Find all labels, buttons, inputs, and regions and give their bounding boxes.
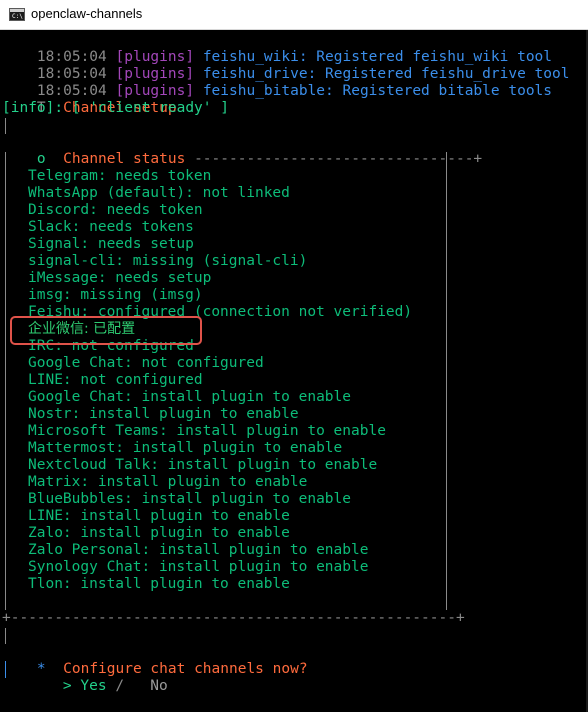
status-item-nostr: Nostr: install plugin to enable	[28, 406, 299, 422]
status-item-imessage: iMessage: needs setup	[28, 270, 212, 286]
status-item-signal: Signal: needs setup	[28, 236, 194, 252]
window-title: openclaw-channels	[31, 6, 143, 21]
log-line: 18:05:04 [plugins] feishu_wiki: Register…	[36, 49, 553, 65]
status-item-tlon: Tlon: install plugin to enable	[28, 576, 290, 592]
status-item-signal-cli: signal-cli: missing (signal-cli)	[28, 253, 308, 269]
status-item-slack: Slack: needs tokens	[28, 219, 194, 235]
prompt-connector	[5, 628, 6, 644]
yes-option[interactable]: Yes	[80, 678, 106, 694]
status-item-discord: Discord: needs token	[28, 202, 203, 218]
status-item-mattermost: Mattermost: install plugin to enable	[28, 440, 343, 456]
prompt-question: * Configure chat channels now?	[36, 661, 308, 677]
status-item-bluebubbles: BlueBubbles: install plugin to enable	[28, 491, 352, 507]
no-option[interactable]: No	[150, 678, 167, 694]
status-item-whatsapp: WhatsApp (default): not linked	[28, 185, 290, 201]
setup-heading: T Channel setup	[36, 100, 177, 116]
status-item-zalo: Zalo: install plugin to enable	[28, 525, 290, 541]
info-line: [info]: [ 'client ready' ]	[2, 100, 229, 116]
status-item-line: LINE: not configured	[28, 372, 203, 388]
status-item-teams: Microsoft Teams: install plugin to enabl…	[28, 423, 386, 439]
prompt-bar	[5, 661, 6, 678]
status-item-zalo-personal: Zalo Personal: install plugin to enable	[28, 542, 369, 558]
status-item-google-chat: Google Chat: not configured	[28, 355, 264, 371]
status-item-line-plugin: LINE: install plugin to enable	[28, 508, 290, 524]
highlight-box	[10, 316, 202, 345]
status-item-google-chat-plugin: Google Chat: install plugin to enable	[28, 389, 352, 405]
status-item-matrix: Matrix: install plugin to enable	[28, 474, 308, 490]
terminal-output[interactable]: 18:05:04 [plugins] feishu_wiki: Register…	[0, 30, 588, 712]
prompt-options: > Yes / No	[62, 678, 168, 694]
status-heading: o Channel status -----------------------…	[36, 151, 483, 167]
status-box-left	[5, 152, 6, 610]
status-item-telegram: Telegram: needs token	[28, 168, 212, 184]
left-connector	[5, 118, 6, 134]
log-line: 18:05:04 [plugins] feishu_drive: Registe…	[36, 66, 570, 82]
console-icon: C:\	[9, 8, 25, 21]
prompt-cursor: >	[62, 678, 72, 694]
log-line: 18:05:04 [plugins] feishu_bitable: Regis…	[36, 83, 553, 99]
status-box-bottom: +---------------------------------------…	[2, 610, 465, 626]
status-item-nextcloud: Nextcloud Talk: install plugin to enable	[28, 457, 378, 473]
title-bar: C:\ openclaw-channels	[0, 0, 588, 30]
status-item-synology: Synology Chat: install plugin to enable	[28, 559, 369, 575]
status-box-right	[446, 152, 447, 610]
status-item-imsg: imsg: missing (imsg)	[28, 287, 203, 303]
